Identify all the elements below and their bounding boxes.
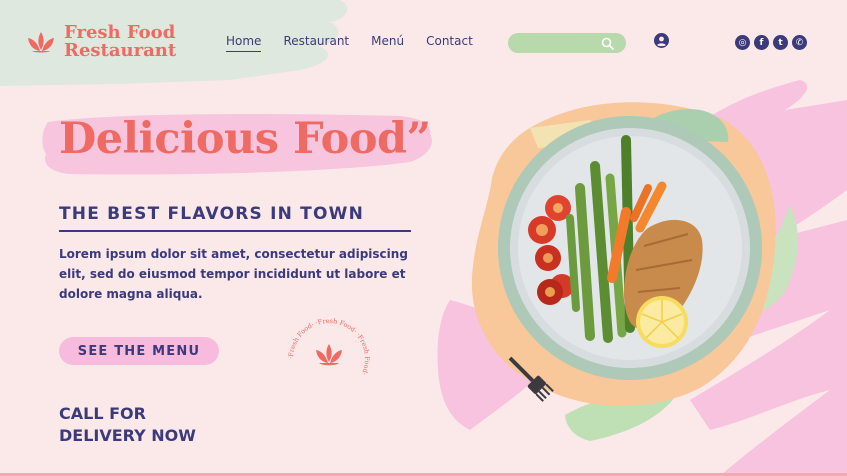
user-icon[interactable] (654, 33, 669, 48)
social-links: ◎ f t ✆ (735, 35, 807, 50)
facebook-icon[interactable]: f (754, 35, 769, 50)
instagram-icon[interactable]: ◎ (735, 35, 750, 50)
main-nav: Home Restaurant Menú Contact (226, 34, 495, 52)
whatsapp-icon[interactable]: ✆ (792, 35, 807, 50)
search-bar (508, 33, 626, 53)
hero-description: Lorem ipsum dolor sit amet, consectetur … (59, 247, 408, 301)
brand-name: Fresh Food Restaurant (64, 24, 176, 60)
subtitle-divider (59, 230, 411, 232)
brand-name-line2: Restaurant (64, 40, 177, 61)
delivery-line2: DELIVERY NOW (59, 426, 196, 445)
lotus-icon (28, 32, 54, 53)
fresh-food-stamp: ·Fresh Food· ·Fresh Food· ·Fresh Food· (287, 317, 371, 376)
nav-contact[interactable]: Contact (426, 34, 473, 52)
delivery-callout[interactable]: CALL FOR DELIVERY NOW (59, 403, 259, 447)
search-input[interactable] (518, 35, 598, 51)
food-plate-image (471, 102, 776, 407)
see-menu-button[interactable]: SEE THE MENU (59, 337, 219, 365)
nav-home[interactable]: Home (226, 34, 262, 52)
hero-title: Delicious Food” (59, 114, 431, 164)
delivery-line1: CALL FOR (59, 404, 146, 423)
hero-subtitle: THE BEST FLAVORS IN TOWN (59, 204, 364, 224)
twitter-icon[interactable]: t (773, 35, 788, 50)
search-icon[interactable] (601, 37, 614, 50)
nav-restaurant[interactable]: Restaurant (283, 34, 349, 52)
stamp-lotus-icon (316, 344, 342, 366)
nav-menu[interactable]: Menú (371, 34, 404, 52)
brand-logo[interactable]: Fresh Food Restaurant (26, 24, 176, 60)
